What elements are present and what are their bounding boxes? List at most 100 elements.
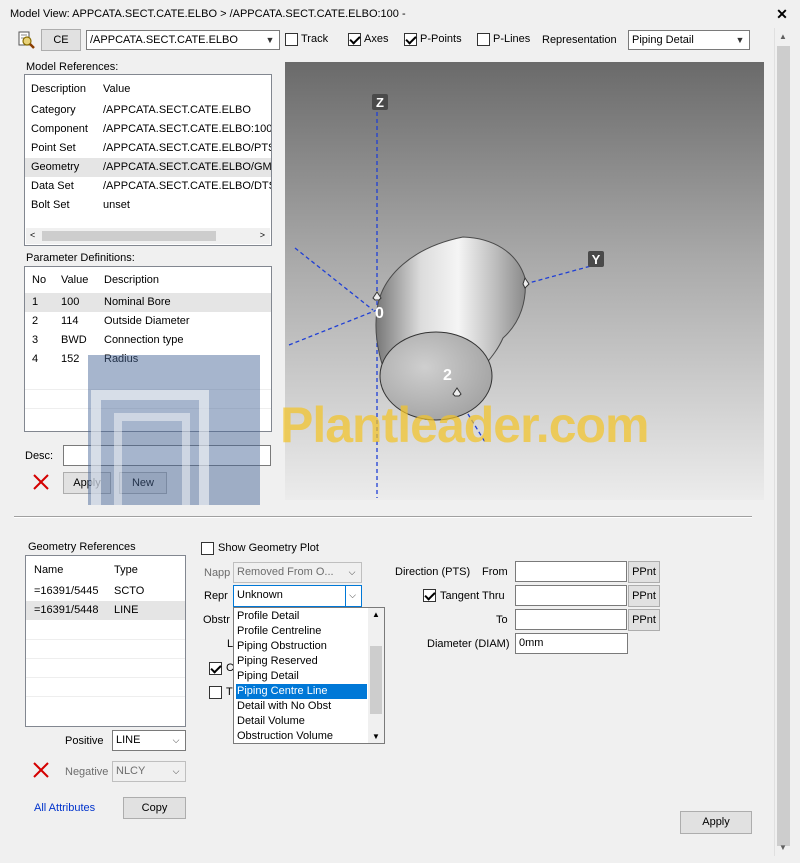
ppoint-0-label: 0 <box>375 305 384 322</box>
close-icon[interactable]: ✕ <box>774 6 790 22</box>
tangent-ppnt-button[interactable]: PPnt <box>628 585 660 607</box>
napp-value: Removed From O... <box>237 566 334 578</box>
model-references-table: Description Value Category /APPCATA.SECT… <box>24 74 272 246</box>
table-row[interactable]: Point Set /APPCATA.SECT.CATE.ELBO/PTSE <box>25 139 271 158</box>
tangent-thru-checkbox[interactable] <box>423 589 436 602</box>
scrollbar-thumb[interactable] <box>370 646 382 714</box>
watermark-logo-icon <box>88 355 260 505</box>
chevron-down-icon[interactable]: ▼ <box>372 732 380 741</box>
copy-button[interactable]: Copy <box>123 797 186 819</box>
cell-value: /APPCATA.SECT.CATE.ELBO/GMSE <box>103 161 272 173</box>
chevron-left-icon[interactable]: < <box>30 230 35 240</box>
scrollbar-thumb[interactable] <box>42 231 216 241</box>
repr-option[interactable]: Profile Detail <box>236 609 367 624</box>
chevron-right-icon[interactable]: > <box>260 230 265 240</box>
tangent-thru-label: Tangent Thru <box>440 590 505 602</box>
cell-no: 4 <box>32 353 39 365</box>
y-axis-label: Y <box>592 252 601 267</box>
table-row[interactable]: 2 114 Outside Diameter <box>25 312 271 331</box>
scrollbar-thumb[interactable] <box>777 46 790 846</box>
repr-option[interactable]: Profile Centreline <box>236 624 367 639</box>
repr-option[interactable]: Obstruction Volume <box>236 729 367 744</box>
table-row[interactable]: Geometry /APPCATA.SECT.CATE.ELBO/GMSE <box>25 158 271 177</box>
horizontal-scrollbar[interactable]: < > <box>26 228 270 244</box>
all-attributes-link[interactable]: All Attributes <box>34 802 95 814</box>
table-row[interactable]: 3 BWD Connection type <box>25 331 271 350</box>
header-description: Description <box>104 274 160 286</box>
tangent-thru-input[interactable] <box>515 585 627 606</box>
to-input[interactable] <box>515 609 627 630</box>
header-name: Name <box>34 564 64 576</box>
repr-options-list[interactable]: Profile Detail Profile Centreline Piping… <box>233 607 385 744</box>
cell-value: BWD <box>61 334 87 346</box>
repr-option[interactable]: Piping Obstruction <box>236 639 367 654</box>
header-value: Value <box>61 274 89 286</box>
representation-dropdown[interactable]: Piping Detail ▼ <box>628 30 750 50</box>
cell-description: Outside Diameter <box>104 315 190 327</box>
napp-dropdown[interactable]: Removed From O... ⌵ <box>233 562 362 583</box>
cell-description: Nominal Bore <box>104 296 171 308</box>
chevron-down-icon: ▼ <box>735 35 745 45</box>
from-label: From <box>482 566 508 578</box>
axes-checkbox[interactable] <box>348 33 361 46</box>
track-checkbox[interactable] <box>285 33 298 46</box>
track-label: Track <box>301 33 329 45</box>
table-row[interactable]: =16391/5448 LINE <box>26 601 185 620</box>
show-geometry-plot-checkbox[interactable] <box>201 542 214 555</box>
cell-description: Bolt Set <box>31 199 70 211</box>
cell-description: Connection type <box>104 334 184 346</box>
diameter-input[interactable]: 0mm <box>515 633 628 654</box>
negative-dropdown[interactable]: NLCY ⌵ <box>112 761 186 782</box>
geometry-apply-button[interactable]: Apply <box>680 811 752 834</box>
header-description: Description <box>31 83 87 95</box>
section-divider <box>14 516 752 518</box>
header-type: Type <box>114 564 138 576</box>
from-input[interactable] <box>515 561 627 582</box>
scroll-down-icon[interactable]: ▼ <box>779 843 787 852</box>
ppoint-2-label: 2 <box>443 367 452 384</box>
repr-dropdown[interactable]: Unknown ⌵ <box>233 585 362 607</box>
delete-x-icon[interactable] <box>32 473 50 491</box>
repr-option[interactable]: Piping Detail <box>236 669 367 684</box>
repr-value: Unknown <box>237 589 283 601</box>
cell-value: 152 <box>61 353 80 365</box>
c-checkbox[interactable] <box>209 662 222 675</box>
positive-label: Positive <box>65 735 104 747</box>
cell-description: Geometry <box>31 161 80 173</box>
table-row[interactable]: Category /APPCATA.SECT.CATE.ELBO <box>25 101 271 120</box>
table-row[interactable]: Bolt Set unset <box>25 196 271 215</box>
element-value: /APPCATA.SECT.CATE.ELBO <box>90 34 238 46</box>
table-row[interactable]: 1 100 Nominal Bore <box>25 293 271 312</box>
positive-dropdown[interactable]: LINE ⌵ <box>112 730 186 751</box>
list-scrollbar[interactable]: ▲ ▼ <box>368 608 384 743</box>
t-checkbox[interactable] <box>209 686 222 699</box>
ppoints-checkbox[interactable] <box>404 33 417 46</box>
table-row[interactable]: Data Set /APPCATA.SECT.CATE.ELBO/DTSE <box>25 177 271 196</box>
scroll-up-icon[interactable]: ▲ <box>779 32 787 41</box>
repr-option-highlighted[interactable]: Piping Centre Line <box>236 684 367 699</box>
plines-checkbox[interactable] <box>477 33 490 46</box>
cell-description: Component <box>31 123 88 135</box>
repr-option[interactable]: Detail with No Obst <box>236 699 367 714</box>
from-ppnt-button[interactable]: PPnt <box>628 561 660 583</box>
cell-no: 1 <box>32 296 39 308</box>
repr-option[interactable]: Piping Reserved <box>236 654 367 669</box>
table-header: No Value Description <box>25 271 271 290</box>
cell-name: =16391/5448 <box>34 604 99 616</box>
repr-option[interactable]: Detail Volume <box>236 714 367 729</box>
table-row[interactable]: =16391/5445 SCTO <box>26 582 185 601</box>
chevron-up-icon[interactable]: ▲ <box>372 610 380 619</box>
window-scrollbar[interactable]: ▲ ▼ <box>774 28 792 856</box>
table-header: Name Type <box>26 561 185 580</box>
diameter-label: Diameter (DIAM) <box>427 638 510 650</box>
header-no: No <box>32 274 47 286</box>
cell-value: /APPCATA.SECT.CATE.ELBO <box>103 104 251 116</box>
ce-button[interactable]: CE <box>41 29 81 51</box>
magnifier-icon[interactable] <box>16 30 36 50</box>
to-ppnt-button[interactable]: PPnt <box>628 609 660 631</box>
model-references-title: Model References: <box>26 61 119 73</box>
direction-label: Direction (PTS) <box>395 566 471 578</box>
element-dropdown[interactable]: /APPCATA.SECT.CATE.ELBO ▼ <box>86 30 280 50</box>
delete-x-icon[interactable] <box>32 761 50 779</box>
table-row[interactable]: Component /APPCATA.SECT.CATE.ELBO:100 <box>25 120 271 139</box>
